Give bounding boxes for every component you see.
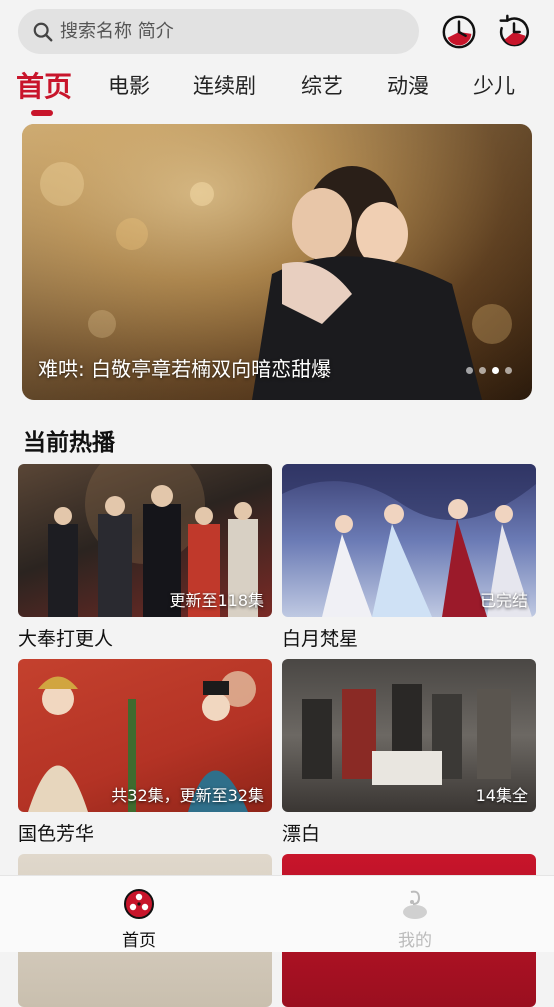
history-clock-icon[interactable] <box>440 13 478 51</box>
search-bar[interactable] <box>18 9 419 54</box>
pagination-dot <box>492 367 499 374</box>
tab-series[interactable]: 连续剧 <box>193 70 256 100</box>
bottom-nav: 首页 我的 <box>0 875 554 952</box>
nav-label: 我的 <box>398 931 432 951</box>
show-card[interactable]: 更新至118集 大奉打更人 <box>18 464 272 651</box>
tab-home[interactable]: 首页 <box>16 65 72 105</box>
active-tab-indicator <box>31 110 53 116</box>
section-title: 当前热播 <box>23 430 115 456</box>
episode-badge: 共32集，更新至32集 <box>111 786 264 805</box>
show-card[interactable]: 14集全 漂白 <box>282 659 536 846</box>
show-poster: 共32集，更新至32集 <box>18 659 272 812</box>
pagination-dot <box>466 367 473 374</box>
episode-badge: 14集全 <box>475 786 528 805</box>
banner-caption: 难哄: 白敬亭章若楠双向暗恋甜爆 <box>38 357 332 381</box>
banner-pagination <box>466 367 512 374</box>
nav-home[interactable]: 首页 <box>99 888 179 951</box>
pagination-dot <box>479 367 486 374</box>
show-card[interactable]: 共32集，更新至32集 国色芳华 <box>18 659 272 846</box>
tab-variety[interactable]: 综艺 <box>301 70 343 100</box>
episode-badge: 更新至118集 <box>169 591 264 610</box>
refresh-clock-icon[interactable] <box>495 13 533 51</box>
show-poster: 14集全 <box>282 659 536 812</box>
show-title: 大奉打更人 <box>18 628 114 650</box>
show-poster: 已完结 <box>282 464 536 617</box>
user-icon <box>403 890 427 919</box>
category-tabs: 首页 电影 连续剧 综艺 动漫 少儿 <box>0 62 554 118</box>
search-icon <box>33 22 53 41</box>
featured-banner[interactable]: 难哄: 白敬亭章若楠双向暗恋甜爆 <box>22 124 532 400</box>
nav-profile[interactable]: 我的 <box>375 888 455 951</box>
show-title: 国色芳华 <box>18 823 95 845</box>
episode-badge: 已完结 <box>479 591 528 610</box>
nav-label: 首页 <box>122 931 156 951</box>
film-reel-icon <box>124 889 154 919</box>
show-title: 漂白 <box>282 823 321 845</box>
show-poster: 更新至118集 <box>18 464 272 617</box>
tab-movie[interactable]: 电影 <box>108 70 150 100</box>
tab-anime[interactable]: 动漫 <box>387 70 429 100</box>
show-title: 白月梵星 <box>282 628 359 650</box>
top-bar <box>0 0 554 60</box>
pagination-dot <box>505 367 512 374</box>
show-card[interactable]: 已完结 白月梵星 <box>282 464 536 651</box>
tab-kids[interactable]: 少儿 <box>473 70 515 100</box>
search-input[interactable] <box>58 20 382 43</box>
